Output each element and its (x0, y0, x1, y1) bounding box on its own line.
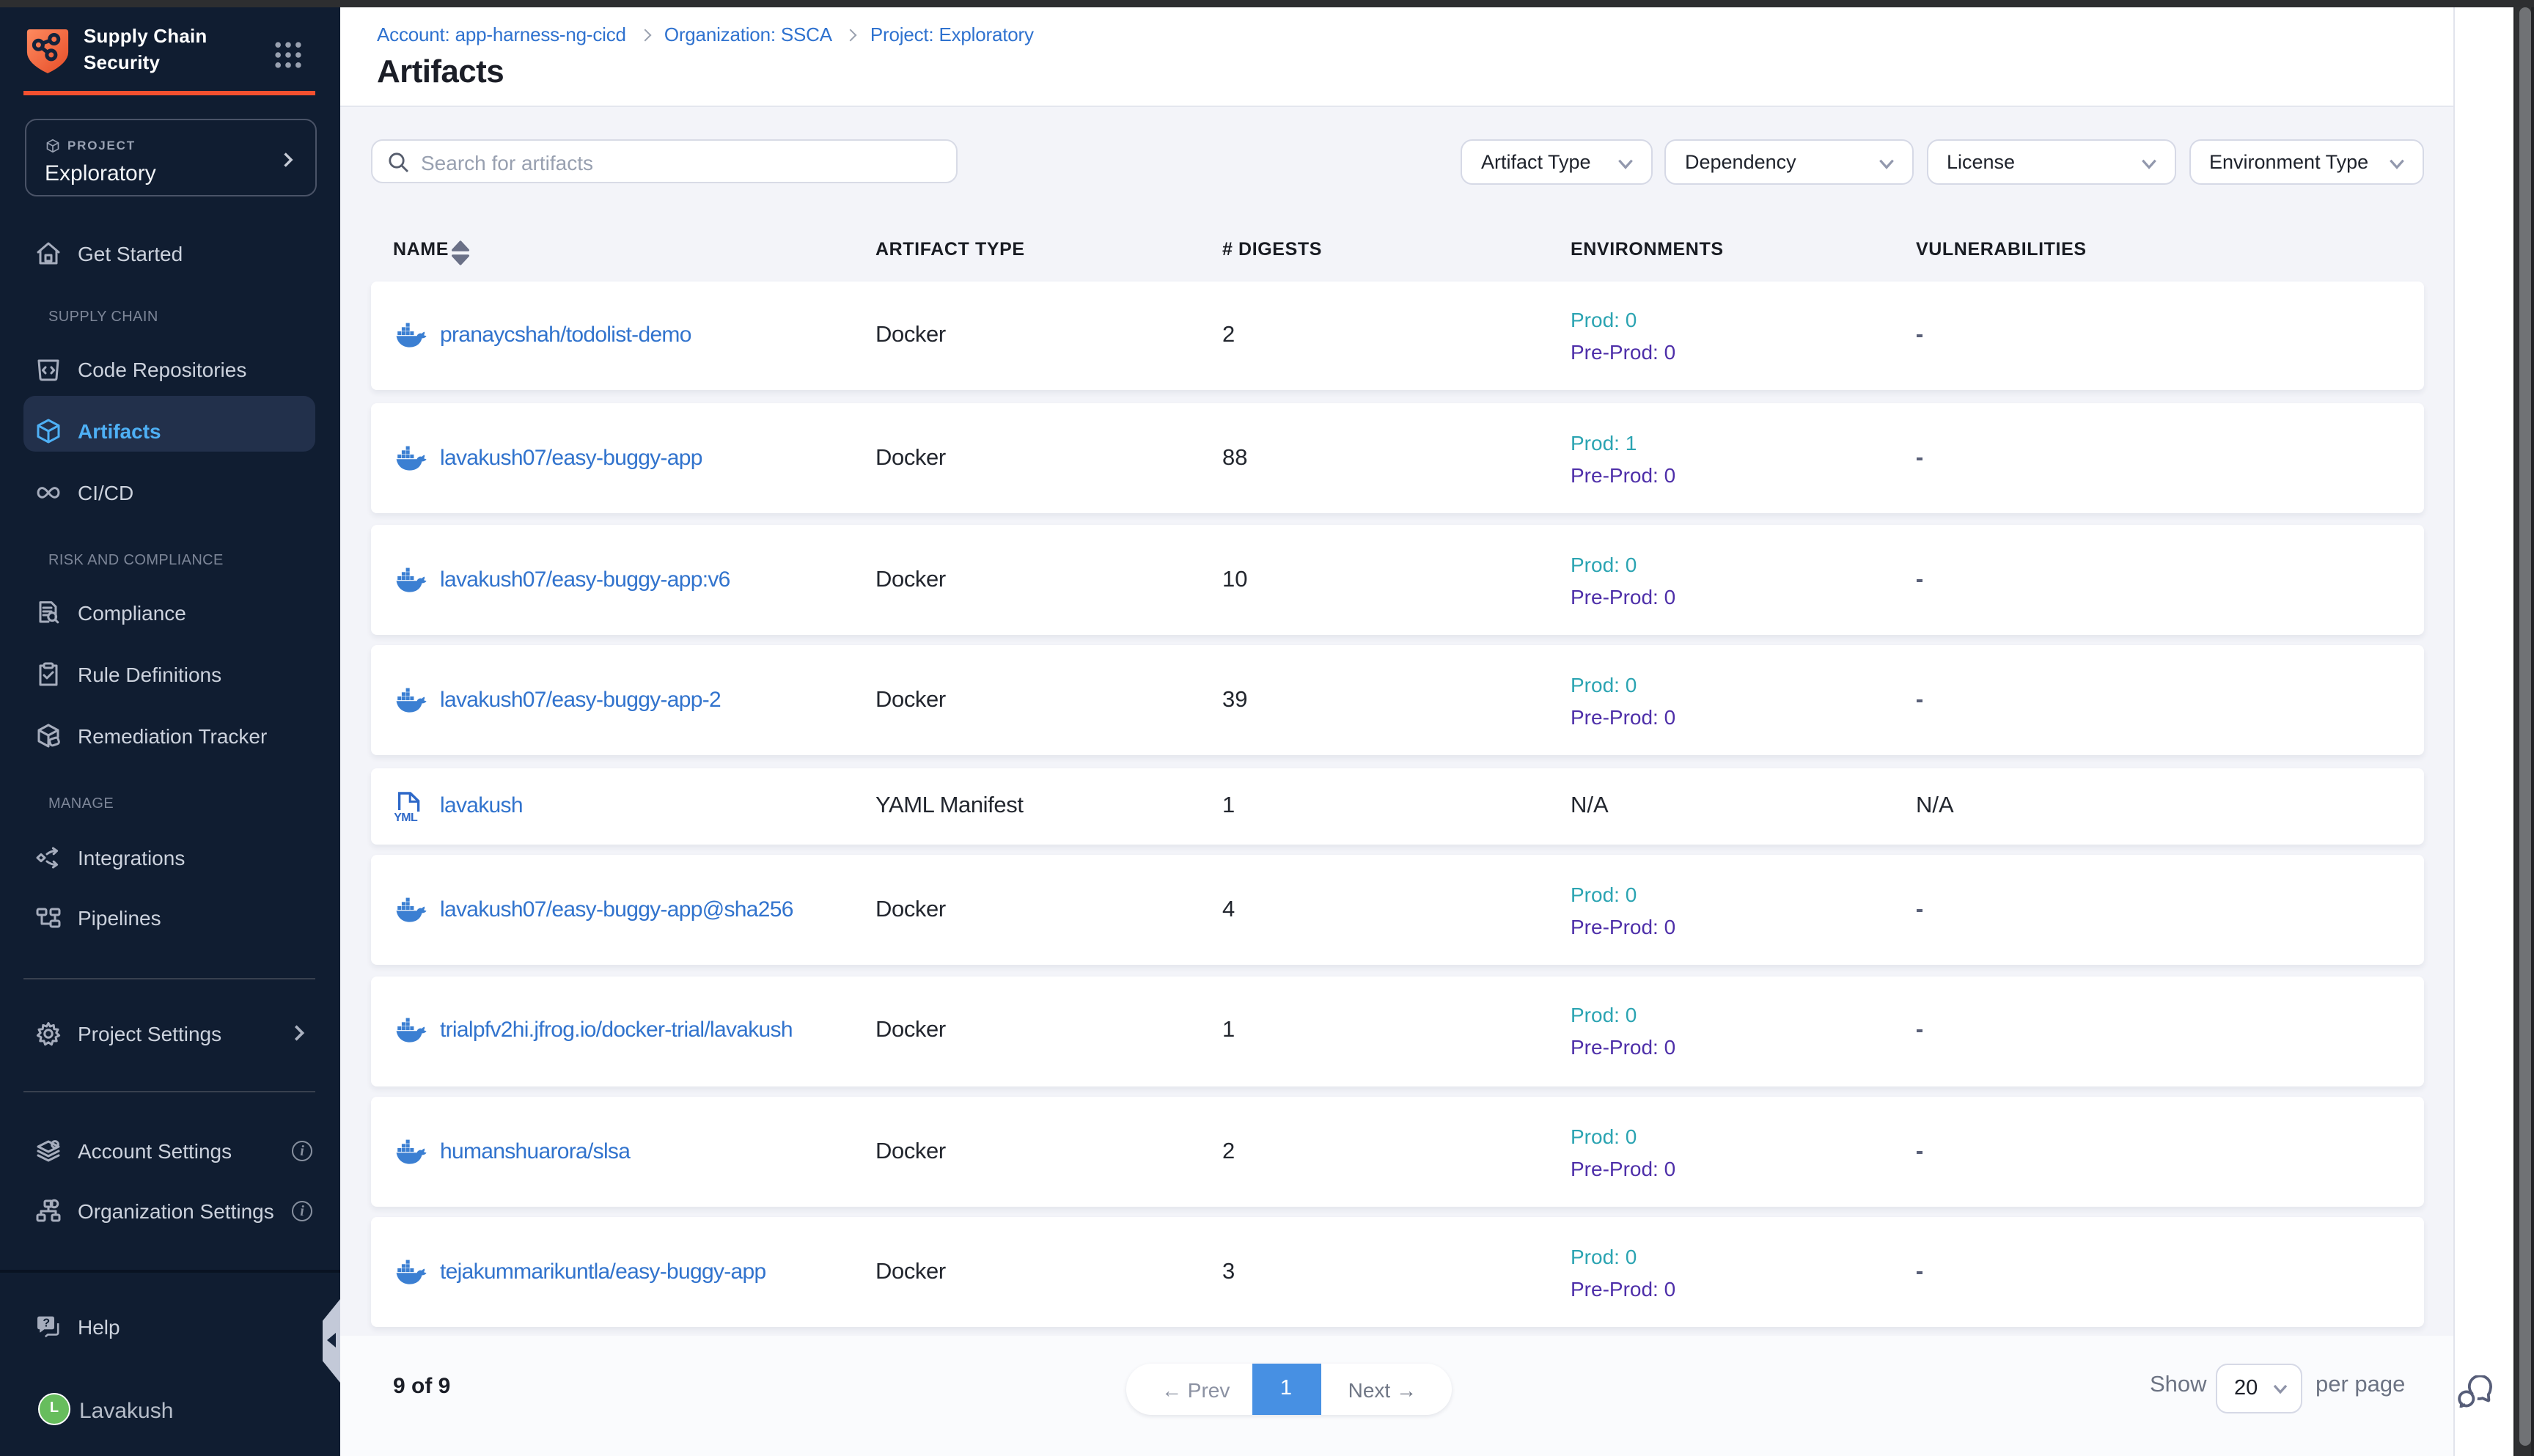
svg-text:?: ? (43, 1317, 50, 1330)
svg-text:YML: YML (394, 811, 418, 822)
